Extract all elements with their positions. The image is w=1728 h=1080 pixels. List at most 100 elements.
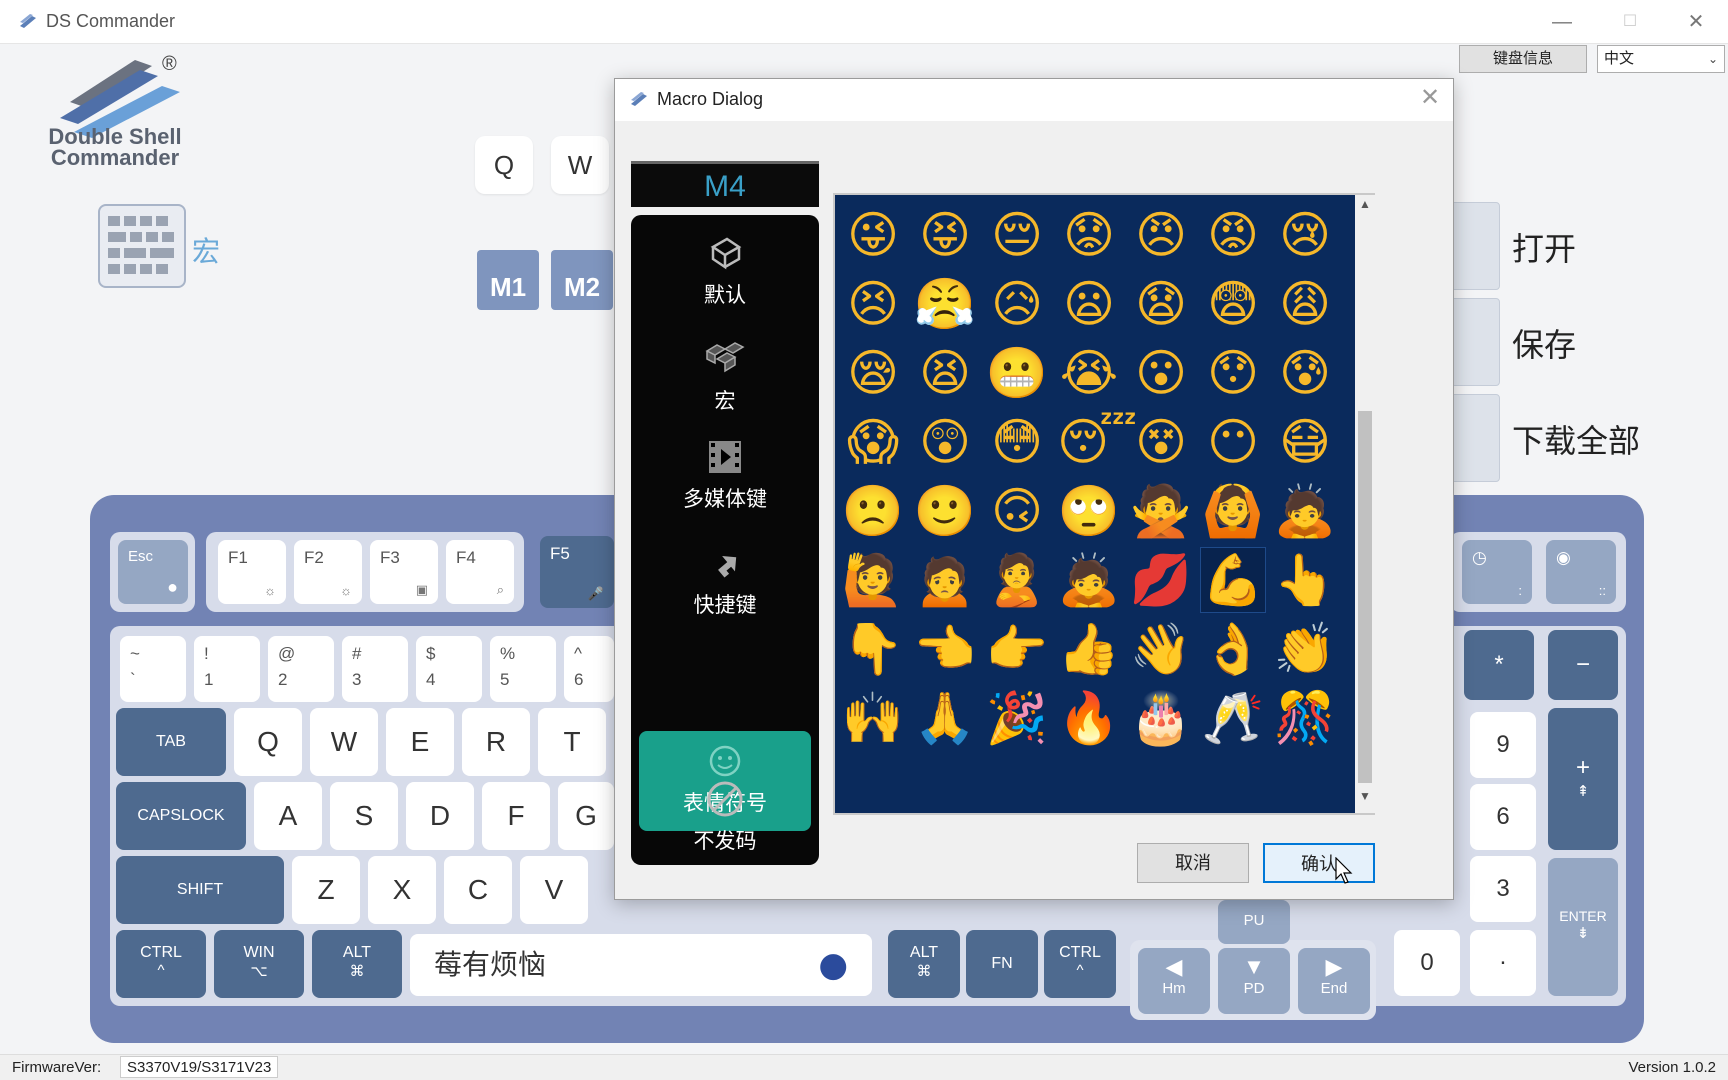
emoji-cell[interactable]: 😢: [1273, 203, 1337, 267]
emoji-cell[interactable]: 😳: [985, 410, 1049, 474]
emoji-cell[interactable]: 👍: [1057, 617, 1121, 681]
emoji-cell[interactable]: 🙏: [913, 686, 977, 750]
keyboard-info-button[interactable]: 键盘信息: [1459, 45, 1587, 73]
key-end[interactable]: ▶ End: [1298, 948, 1370, 1014]
minimize-button[interactable]: —: [1540, 8, 1584, 36]
key-home[interactable]: ◀ Hm: [1138, 948, 1210, 1014]
key-6[interactable]: ^ 6: [564, 636, 614, 702]
key-esc[interactable]: Esc ●: [118, 540, 188, 604]
emoji-cell[interactable]: 😴: [1057, 410, 1137, 474]
emoji-cell[interactable]: 😨: [1201, 272, 1265, 336]
key-2[interactable]: @2: [268, 636, 334, 702]
emoji-cell[interactable]: 👆: [1273, 548, 1337, 612]
emoji-cell[interactable]: 😭: [1057, 341, 1121, 405]
emoji-cell[interactable]: 😬: [985, 341, 1049, 405]
key-pageup[interactable]: PU: [1218, 900, 1290, 944]
key-f-right-2[interactable]: ◉::: [1546, 540, 1616, 604]
key-q[interactable]: Q: [234, 708, 302, 776]
key-ctrl-right[interactable]: CTRL ^: [1044, 930, 1116, 998]
emoji-cell[interactable]: 👌: [1201, 617, 1265, 681]
key-f4[interactable]: F4 ⌕: [446, 540, 514, 604]
key-x[interactable]: X: [368, 856, 436, 924]
key-num-plus[interactable]: + ⇞: [1548, 708, 1618, 850]
key-f3[interactable]: F3 ▣: [370, 540, 438, 604]
open-action[interactable]: 打开: [1448, 202, 1648, 292]
cancel-button[interactable]: 取消: [1137, 843, 1249, 883]
key-win[interactable]: WIN ⌥: [214, 930, 304, 998]
emoji-cell[interactable]: 🎉: [985, 686, 1049, 750]
emoji-cell[interactable]: 🙇: [1057, 548, 1121, 612]
emoji-cell[interactable]: 😩: [1273, 272, 1337, 336]
maximize-button[interactable]: ☐: [1608, 8, 1652, 36]
key-w[interactable]: W: [310, 708, 378, 776]
key-ctrl-left[interactable]: CTRL ^: [116, 930, 206, 998]
emoji-cell[interactable]: 😡: [1201, 203, 1265, 267]
key-g[interactable]: G: [558, 782, 614, 850]
menu-item-shortcut[interactable]: 快捷键: [639, 533, 811, 633]
menu-item-multimedia[interactable]: 多媒体键: [639, 427, 811, 527]
key-c[interactable]: C: [444, 856, 512, 924]
emoji-cell[interactable]: 😶: [1201, 410, 1265, 474]
emoji-cell[interactable]: 👈: [913, 617, 977, 681]
emoji-cell[interactable]: 😥: [985, 272, 1049, 336]
key-num-0[interactable]: 0: [1394, 930, 1460, 996]
key-f5[interactable]: F5 🎤: [540, 536, 614, 608]
emoji-cell[interactable]: 💋: [1129, 548, 1193, 612]
key-alt-left[interactable]: ALT ⌘: [312, 930, 402, 998]
spacebar[interactable]: 莓有烦恼 ●: [410, 934, 872, 996]
top-key-w[interactable]: W: [551, 136, 609, 194]
menu-item-default[interactable]: 默认: [639, 223, 811, 323]
emoji-cell[interactable]: 😰: [1273, 341, 1337, 405]
key-num-9[interactable]: 9: [1470, 712, 1536, 778]
top-key-q[interactable]: Q: [475, 136, 533, 194]
emoji-cell[interactable]: 😵: [1129, 410, 1193, 474]
dialog-close-button[interactable]: ✕: [1415, 83, 1445, 113]
key-f-right-1[interactable]: ◷:: [1462, 540, 1532, 604]
key-5[interactable]: % 5: [490, 636, 556, 702]
emoji-cell[interactable]: 😧: [1129, 272, 1193, 336]
key-f2[interactable]: F2 ☼: [294, 540, 362, 604]
key-s[interactable]: S: [330, 782, 398, 850]
key-num-star[interactable]: *: [1464, 630, 1534, 700]
scrollbar-thumb[interactable]: [1358, 411, 1372, 783]
scroll-down-icon[interactable]: ▼: [1355, 789, 1375, 809]
key-num-enter[interactable]: ENTER ⇟: [1548, 858, 1618, 996]
emoji-cell[interactable]: 🙅: [1129, 479, 1193, 543]
emoji-cell[interactable]: 😷: [1273, 410, 1337, 474]
emoji-cell[interactable]: 😤: [913, 272, 977, 336]
macro-tile-m1[interactable]: M1: [477, 250, 539, 310]
emoji-cell[interactable]: 🙋: [841, 548, 905, 612]
emoji-cell[interactable]: 😲: [913, 410, 977, 474]
key-t[interactable]: T: [538, 708, 606, 776]
emoji-cell[interactable]: 🥂: [1201, 686, 1265, 750]
emoji-cell[interactable]: 😜: [841, 203, 905, 267]
scroll-up-icon[interactable]: ▲: [1355, 197, 1375, 217]
menu-item-no-code[interactable]: 不发码: [639, 769, 811, 869]
key-pagedown[interactable]: ▼ PD: [1218, 948, 1290, 1014]
emoji-cell[interactable]: 🙍: [913, 548, 977, 612]
emoji-cell[interactable]: 😮: [1129, 341, 1193, 405]
emoji-cell[interactable]: 💪: [1200, 547, 1266, 613]
confirm-button[interactable]: 确认: [1263, 843, 1375, 883]
emoji-cell[interactable]: 😝: [913, 203, 977, 267]
emoji-cell[interactable]: 🙁: [841, 479, 905, 543]
key-r[interactable]: R: [462, 708, 530, 776]
key-tilde[interactable]: ~ `: [120, 636, 186, 702]
key-z[interactable]: Z: [292, 856, 360, 924]
emoji-cell[interactable]: 😱: [841, 410, 905, 474]
emoji-cell[interactable]: 👇: [841, 617, 905, 681]
emoji-cell[interactable]: 🙄: [1057, 479, 1121, 543]
key-alt-right[interactable]: ALT ⌘: [888, 930, 960, 998]
menu-item-macro[interactable]: 宏: [639, 329, 811, 429]
key-f[interactable]: F: [482, 782, 550, 850]
emoji-cell[interactable]: 👋: [1129, 617, 1193, 681]
emoji-cell[interactable]: 👏: [1273, 617, 1337, 681]
emoji-cell[interactable]: 🙂: [913, 479, 977, 543]
key-4[interactable]: $4: [416, 636, 482, 702]
emoji-cell[interactable]: 😪: [841, 341, 905, 405]
macro-tile-m2[interactable]: M2: [551, 250, 613, 310]
emoji-cell[interactable]: 🙌: [841, 686, 905, 750]
key-tab[interactable]: TAB: [116, 708, 226, 776]
emoji-cell[interactable]: 😦: [1057, 272, 1121, 336]
language-select[interactable]: 中文 ⌄: [1597, 45, 1725, 73]
